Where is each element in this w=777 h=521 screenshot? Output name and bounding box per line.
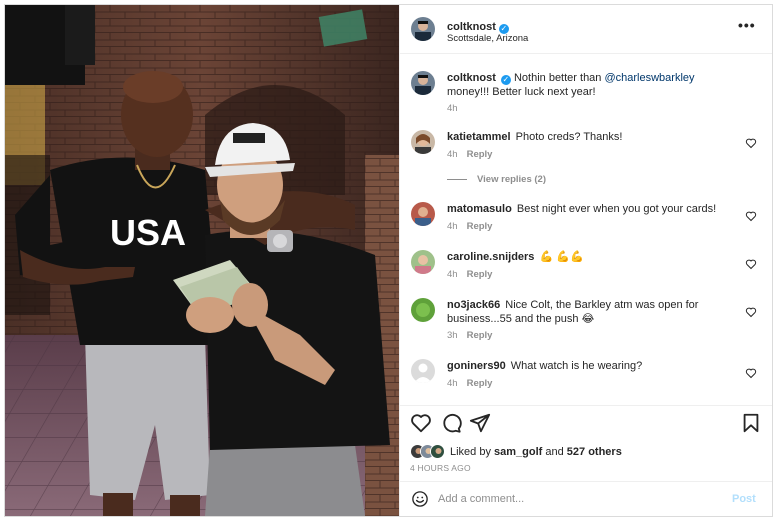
comment-text: katietammel Photo creds? Thanks! [447, 130, 737, 144]
caption-body-end: money!!! Better luck next year! [447, 86, 596, 98]
commenter-avatar[interactable] [411, 298, 435, 322]
comment-text: no3jack66 Nice Colt, the Barkley atm was… [447, 298, 737, 326]
comment-meta: 4h Reply [447, 221, 492, 232]
comment-text: caroline.snijders 💪 💪💪 [447, 250, 737, 264]
comment-icon[interactable] [440, 412, 462, 434]
comment-time[interactable]: 4h [447, 378, 458, 389]
comment-meta: 3h Reply [447, 330, 492, 341]
comment-body: Photo creds? Thanks! [515, 131, 623, 143]
comment-meta: 4h Reply [447, 378, 492, 389]
comment-like-heart-icon[interactable] [745, 258, 757, 270]
comment-username[interactable]: katietammel [447, 131, 511, 143]
comment-like-heart-icon[interactable] [745, 306, 757, 318]
comment-meta: 4h Reply [447, 269, 492, 280]
caption-avatar[interactable] [411, 71, 435, 95]
comment-time[interactable]: 4h [447, 269, 458, 280]
post-photo[interactable]: USA [5, 5, 399, 516]
reply-button[interactable]: Reply [467, 269, 493, 280]
post-sidebar: coltknost ✓ Scottsdale, Arizona ••• coltk… [399, 5, 772, 516]
commenter-avatar[interactable] [411, 202, 435, 226]
caption-meta: 4h [447, 103, 458, 114]
view-replies-button[interactable]: View replies (2) [447, 174, 546, 185]
post-time-ago[interactable]: 4 HOURS AGO [410, 463, 471, 473]
post-actions: Liked by sam_golf and 527 others 4 HOURS… [400, 405, 772, 481]
instagram-post-modal: USA coltknost ✓ Scottsdale, Arizona ••• … [4, 4, 773, 517]
comment-like-heart-icon[interactable] [745, 367, 757, 379]
post-photo-illustration: USA [5, 5, 399, 516]
likes-user[interactable]: sam_golf [494, 446, 542, 458]
reply-button[interactable]: Reply [467, 378, 493, 389]
reply-button[interactable]: Reply [467, 149, 493, 160]
verified-badge-icon: ✓ [500, 75, 511, 85]
comment-username[interactable]: caroline.snijders [447, 251, 534, 263]
caption-body: Nothin better than [513, 72, 605, 84]
caption-username[interactable]: coltknost [447, 72, 496, 84]
liker-avatar [430, 444, 445, 459]
likes-others[interactable]: 527 others [567, 446, 622, 458]
view-replies-label: View replies (2) [477, 174, 546, 185]
comment-username[interactable]: goniners90 [447, 360, 506, 372]
comment-time[interactable]: 3h [447, 330, 458, 341]
post-comment-button[interactable]: Post [732, 493, 756, 505]
post-header: coltknost ✓ Scottsdale, Arizona ••• [400, 5, 772, 54]
reply-button[interactable]: Reply [467, 330, 493, 341]
share-icon[interactable] [469, 412, 491, 434]
comment-username[interactable]: matomasulo [447, 203, 512, 215]
more-options-icon[interactable]: ••• [738, 17, 756, 33]
comment-body: What watch is he wearing? [510, 360, 643, 372]
bookmark-icon[interactable] [740, 412, 762, 434]
caption-text: coltknost ✓ Nothin better than @charleswb… [447, 71, 737, 99]
caption-mention[interactable]: @charleswbarkley [604, 72, 694, 84]
emoji-icon[interactable] [411, 490, 429, 508]
author-avatar[interactable] [411, 17, 435, 41]
likes-middle: and [542, 446, 567, 458]
post-location[interactable]: Scottsdale, Arizona [447, 33, 528, 44]
commenter-avatar[interactable] [411, 130, 435, 154]
comment-text: goniners90 What watch is he wearing? [447, 359, 737, 373]
likes-text: Liked by sam_golf and 527 others [450, 446, 622, 458]
comment-username[interactable]: no3jack66 [447, 299, 500, 311]
heart-icon[interactable] [410, 412, 432, 434]
author-username[interactable]: coltknost [447, 21, 496, 33]
comment-time[interactable]: 4h [447, 149, 458, 160]
caption-time[interactable]: 4h [447, 103, 458, 114]
likes-prefix: Liked by [450, 446, 495, 458]
comments-list[interactable]: coltknost ✓ Nothin better than @charleswb… [400, 55, 772, 405]
comment-meta: 4h Reply [447, 149, 492, 160]
commenter-avatar[interactable] [411, 359, 435, 383]
add-comment-bar: Post [400, 481, 772, 516]
reply-button[interactable]: Reply [467, 221, 493, 232]
comment-body: 💪 💪💪 [539, 251, 584, 263]
comment-text: matomasulo Best night ever when you got … [447, 202, 737, 216]
view-replies-line [447, 178, 467, 180]
comment-like-heart-icon[interactable] [745, 210, 757, 222]
commenter-avatar[interactable] [411, 250, 435, 274]
comment-time[interactable]: 4h [447, 221, 458, 232]
comment-body: Best night ever when you got your cards! [516, 203, 717, 215]
add-comment-input[interactable] [438, 489, 718, 509]
comment-like-heart-icon[interactable] [745, 137, 757, 149]
shirt-text: USA [110, 212, 186, 253]
